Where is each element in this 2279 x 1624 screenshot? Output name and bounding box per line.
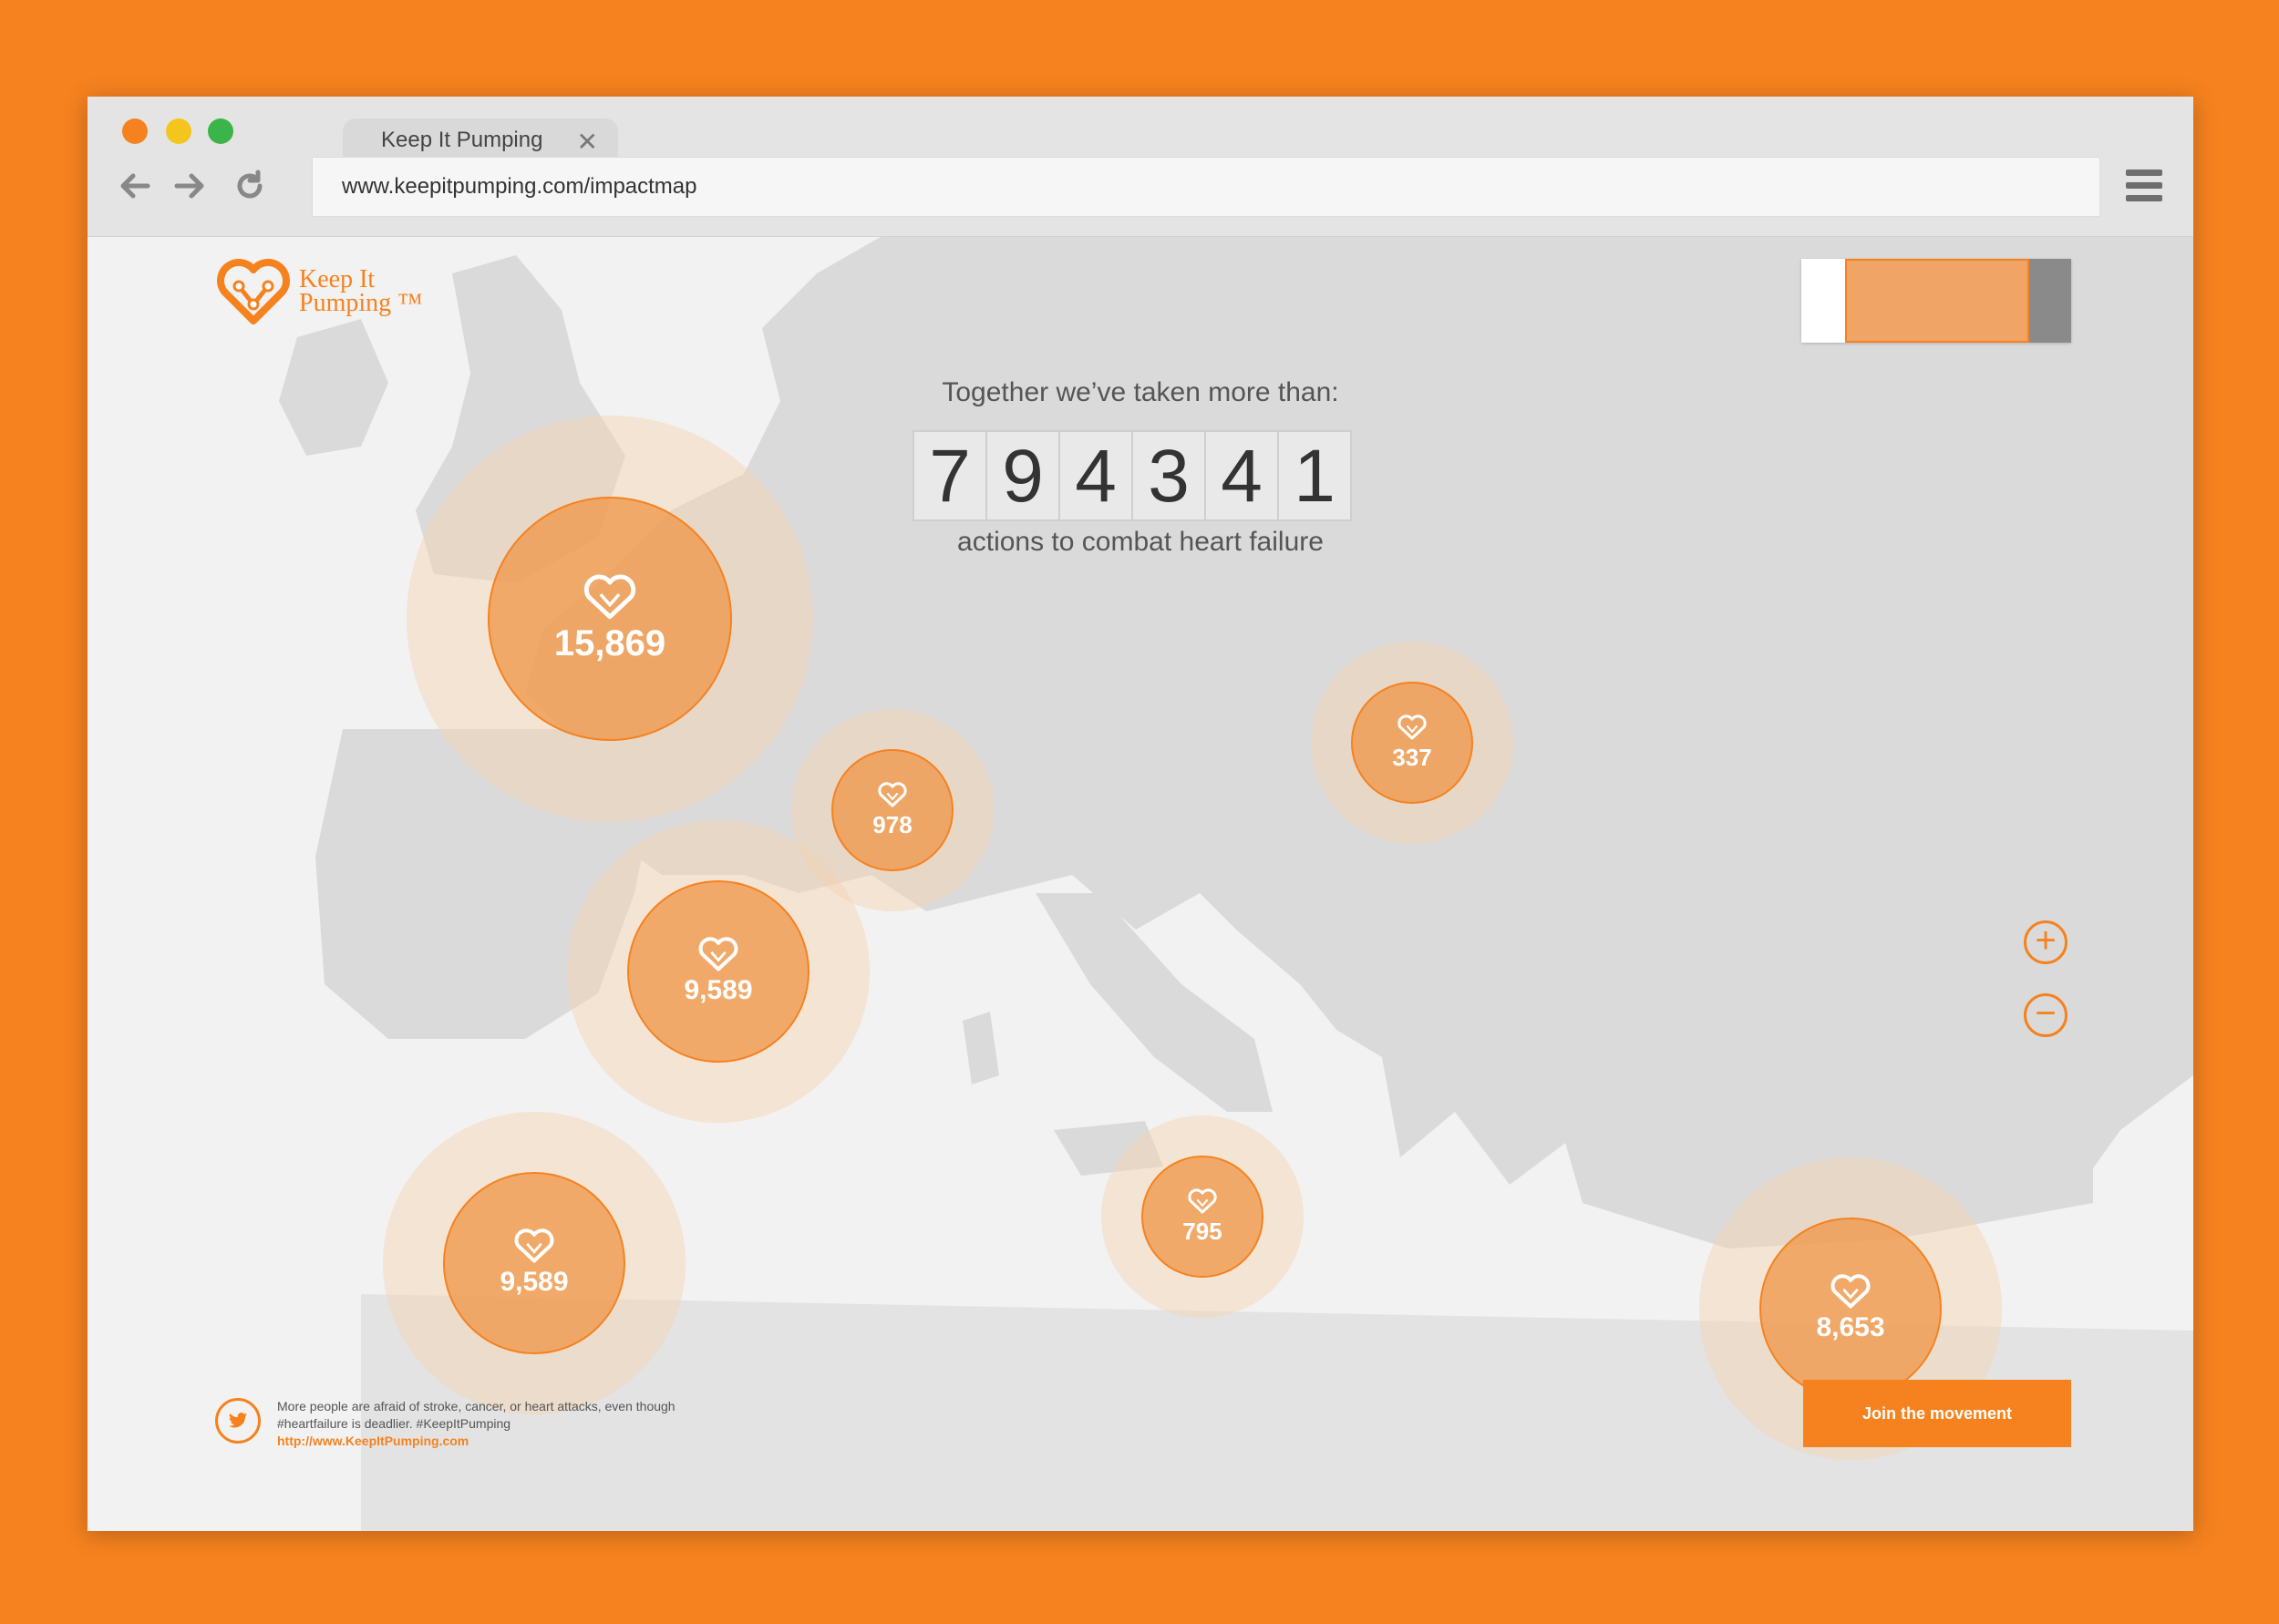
heart-icon	[1830, 1274, 1871, 1309]
bubble-count: 795	[1182, 1217, 1222, 1245]
headline-intro: Together we’ve taken more than:	[942, 377, 1339, 407]
heart-icon	[514, 1228, 554, 1263]
bubble-count: 8,653	[1816, 1312, 1885, 1342]
reload-icon[interactable]	[232, 166, 268, 217]
counter-digit: 7	[914, 432, 987, 519]
headline-outro: actions to combat heart failure	[957, 527, 1324, 557]
heart-icon	[878, 781, 907, 807]
address-bar[interactable]: www.keepitpumping.com/impactmap	[312, 157, 2100, 217]
zoom-out-button[interactable]: −	[2024, 993, 2068, 1037]
minimap-viewport[interactable]	[1845, 259, 2029, 343]
country-bubble-poland[interactable]: 337	[1311, 642, 1513, 844]
close-window-button[interactable]	[122, 118, 148, 144]
tab-close-icon[interactable]: ✕	[577, 127, 598, 157]
impact-map[interactable]: Keep It Pumping ™ Together we’ve taken m…	[88, 237, 2193, 1531]
hamburger-menu-icon[interactable]	[2126, 170, 2162, 208]
browser-window: Keep It Pumping ✕ www.keepitpumping.com/…	[88, 97, 2193, 1531]
back-arrow-icon[interactable]	[117, 166, 153, 217]
country-bubble-france[interactable]: 9,589	[567, 820, 870, 1123]
country-bubble-italy[interactable]: 795	[1101, 1115, 1304, 1318]
counter-digit: 4	[1206, 432, 1279, 519]
bubble-count: 15,869	[553, 622, 666, 663]
heart-logo-icon	[217, 259, 290, 324]
counter-digit: 4	[1060, 432, 1133, 519]
tweet-text: More people are afraid of stroke, cancer…	[277, 1399, 675, 1431]
join-movement-button[interactable]: Join the movement	[1803, 1380, 2071, 1447]
maximize-window-button[interactable]	[208, 118, 233, 144]
logo-wordmark: Keep It Pumping ™	[299, 267, 423, 317]
bubble-count: 9,589	[500, 1267, 569, 1297]
browser-chrome: Keep It Pumping ✕ www.keepitpumping.com/…	[88, 97, 2193, 237]
counter-digit: 3	[1133, 432, 1206, 519]
twitter-icon[interactable]	[215, 1398, 261, 1444]
country-bubble-spain[interactable]: 9,589	[383, 1112, 686, 1414]
tweet-text-block: More people are afraid of stroke, cancer…	[277, 1398, 696, 1450]
bubble-count: 978	[872, 810, 913, 838]
zoom-in-button[interactable]: +	[2024, 920, 2068, 964]
tweet-link[interactable]: http://www.KeepItPumping.com	[277, 1433, 696, 1450]
forward-arrow-icon[interactable]	[171, 166, 208, 217]
minimap-outside	[2029, 259, 2071, 343]
country-bubble-uk[interactable]: 15,869	[407, 416, 813, 822]
action-counter: 7 9 4 3 4 1	[913, 430, 1352, 521]
minimap[interactable]	[1801, 259, 2071, 343]
minimize-window-button[interactable]	[166, 118, 191, 144]
keep-it-pumping-logo[interactable]: Keep It Pumping ™	[217, 259, 423, 324]
logo-line-2: Pumping ™	[299, 289, 423, 317]
heart-icon	[583, 574, 636, 619]
browser-tab[interactable]: Keep It Pumping ✕	[343, 118, 618, 162]
bubble-count: 9,589	[684, 975, 753, 1005]
counter-digit: 1	[1294, 435, 1335, 518]
heart-icon	[1188, 1187, 1217, 1214]
heart-icon	[698, 937, 738, 971]
url-text: www.keepitpumping.com/impactmap	[342, 174, 697, 199]
tab-title: Keep It Pumping	[381, 128, 543, 152]
bubble-count: 337	[1392, 743, 1432, 771]
heart-icon	[1397, 714, 1427, 740]
tweet-block: More people are afraid of stroke, cancer…	[215, 1398, 696, 1450]
counter-digit: 9	[987, 432, 1060, 519]
